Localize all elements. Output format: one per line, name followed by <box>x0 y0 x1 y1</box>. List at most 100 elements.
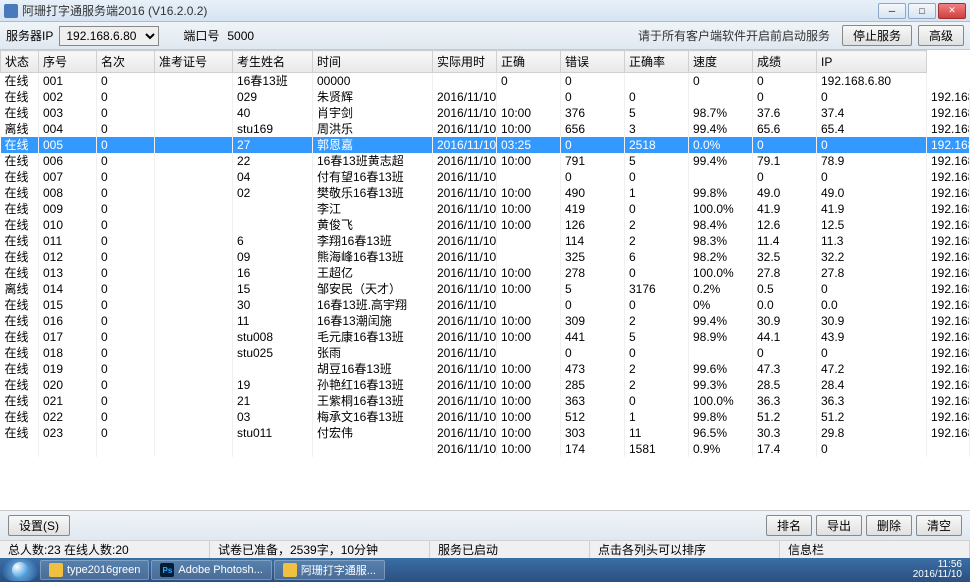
status-sort-hint: 点击各列头可以排序 <box>590 541 780 558</box>
table-row[interactable]: 在线012009熊海峰16春13班2016/11/10 11:50:473256… <box>1 249 970 265</box>
clear-button[interactable]: 清空 <box>916 515 962 536</box>
table-row[interactable]: 在线0180stu025张雨2016/11/10 11:24:100000192… <box>1 345 970 361</box>
minimize-button[interactable]: ─ <box>878 3 906 19</box>
delete-button[interactable]: 删除 <box>866 515 912 536</box>
table-row[interactable]: 在线0100黄俊飞2016/11/10 11:38:5710:00126298.… <box>1 217 970 233</box>
table-cell: 19 <box>233 377 313 393</box>
table-cell: 16春13班黄志超 <box>313 153 433 169</box>
stop-service-button[interactable]: 停止服务 <box>842 25 912 46</box>
table-cell: 32.2 <box>817 249 927 265</box>
table-cell: 98.7% <box>689 105 753 121</box>
column-header[interactable]: 成绩 <box>753 51 817 73</box>
settings-button[interactable]: 设置(S) <box>8 515 70 536</box>
table-cell: 126 <box>561 217 625 233</box>
table-row[interactable]: 在线01601116春13潮闰施2016/11/10 11:39:3010:00… <box>1 313 970 329</box>
column-header[interactable]: 准考证号 <box>155 51 233 73</box>
table-row[interactable]: 离线0040stu169周洪乐2016/11/10 11:50:1210:006… <box>1 121 970 137</box>
start-button[interactable] <box>2 559 38 581</box>
table-cell <box>155 329 233 345</box>
table-cell: 梅承文16春13班 <box>313 409 433 425</box>
table-cell: 12.6 <box>753 217 817 233</box>
advanced-button[interactable]: 高级 <box>918 25 964 46</box>
taskbar-item[interactable]: PsAdobe Photosh... <box>151 560 271 580</box>
table-cell: 023 <box>39 425 97 441</box>
column-header[interactable]: 时间 <box>313 51 433 73</box>
table-cell: 0 <box>97 201 155 217</box>
table-cell: 在线 <box>1 233 39 249</box>
table-cell: 32.5 <box>753 249 817 265</box>
close-button[interactable]: ✕ <box>938 3 966 19</box>
taskbar-item[interactable]: 阿珊打字通服... <box>274 560 385 580</box>
data-table-wrap[interactable]: 状态序号名次准考证号考生姓名时间实际用时正确错误正确率速度成绩IP 在线0010… <box>0 50 970 510</box>
table-row[interactable]: 在线0190胡豆16春13班2016/11/10 11:33:5610:0047… <box>1 361 970 377</box>
table-cell: 309 <box>561 313 625 329</box>
table-cell: 5 <box>625 329 689 345</box>
table-cell: 在线 <box>1 249 39 265</box>
table-cell: 1581 <box>625 441 689 457</box>
table-row[interactable]: 在线0020029朱贤辉2016/11/10 11:54:450000192.1… <box>1 89 970 105</box>
server-ip-select[interactable]: 192.168.6.80 <box>59 26 159 46</box>
table-row[interactable]: 在线021021王紫桐16春13班2016/11/10 11:46:3510:0… <box>1 393 970 409</box>
table-row[interactable]: 2016/11/10 11:40:2410:0017415810.9%17.40 <box>1 441 970 457</box>
column-header[interactable]: 正确率 <box>625 51 689 73</box>
column-header[interactable]: 考生姓名 <box>233 51 313 73</box>
table-cell <box>233 441 313 457</box>
table-cell <box>625 73 689 90</box>
table-cell: 017 <box>39 329 97 345</box>
column-header[interactable]: 实际用时 <box>433 51 497 73</box>
table-cell: 791 <box>561 153 625 169</box>
table-row[interactable]: 离线014015邹安民（天才）2016/11/10 11:50:2210:005… <box>1 281 970 297</box>
table-row[interactable]: 在线013016王超亿2016/11/10 11:38:0710:0027801… <box>1 265 970 281</box>
table-row[interactable]: 在线007004付有望16春13班2016/11/10 11:31:190000… <box>1 169 970 185</box>
table-cell: 27.8 <box>817 265 927 281</box>
table-row[interactable]: 在线008002樊敬乐16春13班2016/11/10 11:40:2510:0… <box>1 185 970 201</box>
table-row[interactable]: 在线00602216春13班黄志超2016/11/10 11:44:3510:0… <box>1 153 970 169</box>
table-cell <box>155 153 233 169</box>
table-row[interactable]: 在线0230stu011付宏伟2016/11/10 11:44:0810:003… <box>1 425 970 441</box>
table-cell: 192.168.6.21 <box>927 393 970 409</box>
maximize-button[interactable]: □ <box>908 3 936 19</box>
column-header[interactable]: 正确 <box>497 51 561 73</box>
table-cell: 10:00 <box>497 281 561 297</box>
table-cell: 0 <box>817 169 927 185</box>
table-row[interactable]: 在线0170stu008毛元康16春13班2016/11/10 11:46:59… <box>1 329 970 345</box>
table-cell: 10:00 <box>497 201 561 217</box>
table-row[interactable]: 在线01106李翔16春13班2016/11/10 11:48:59114298… <box>1 233 970 249</box>
table-row[interactable]: 在线005027郭恩嘉2016/11/10 11:44:2603:2502518… <box>1 137 970 153</box>
tray-clock[interactable]: 11:56 2016/11/10 <box>913 560 962 580</box>
taskbar-item-icon <box>283 563 297 577</box>
column-header[interactable]: 名次 <box>97 51 155 73</box>
table-row[interactable]: 在线0090李江2016/11/10 11:41:0810:004190100.… <box>1 201 970 217</box>
export-button[interactable]: 导出 <box>816 515 862 536</box>
column-header[interactable]: 序号 <box>39 51 97 73</box>
table-row[interactable]: 在线020019孙艳红16春13班2016/11/10 11:32:5510:0… <box>1 377 970 393</box>
table-cell: 192.168.6.34 <box>927 361 970 377</box>
table-row[interactable]: 在线022003梅承文16春13班2016/11/10 11:46:3310:0… <box>1 409 970 425</box>
column-header[interactable]: 速度 <box>689 51 753 73</box>
table-cell: 419 <box>561 201 625 217</box>
column-header[interactable]: 错误 <box>561 51 625 73</box>
table-row[interactable]: 在线001016春13班000000000192.168.6.80 <box>1 73 970 90</box>
table-cell <box>155 217 233 233</box>
system-tray[interactable]: 11:56 2016/11/10 <box>907 560 968 580</box>
table-row[interactable]: 在线003040肖宇剑2016/11/10 11:51:0410:0037659… <box>1 105 970 121</box>
table-cell: 5 <box>625 153 689 169</box>
column-header[interactable]: IP <box>817 51 927 73</box>
table-cell <box>155 425 233 441</box>
table-cell: 2016/11/10 11:38:57 <box>433 217 497 233</box>
table-cell: 12.5 <box>817 217 927 233</box>
status-bar: 总人数:23 在线人数:20 试卷已准备，2539字，10分钟 服务已启动 点击… <box>0 540 970 558</box>
table-cell: 0.9% <box>689 441 753 457</box>
column-header[interactable]: 状态 <box>1 51 39 73</box>
table-cell: 98.3% <box>689 233 753 249</box>
table-row[interactable]: 在线01503016春13班.高宇翔2016/11/10 11:38:49000… <box>1 297 970 313</box>
table-cell: 79.1 <box>753 153 817 169</box>
table-cell: 10:00 <box>497 425 561 441</box>
taskbar-item[interactable]: type2016green <box>40 560 149 580</box>
table-cell: 30.9 <box>817 313 927 329</box>
table-cell: 192.168.6.25 <box>927 345 970 361</box>
table-cell: 2016/11/10 11:40:24 <box>433 441 497 457</box>
table-cell <box>497 233 561 249</box>
table-cell: 0 <box>97 377 155 393</box>
rank-button[interactable]: 排名 <box>766 515 812 536</box>
